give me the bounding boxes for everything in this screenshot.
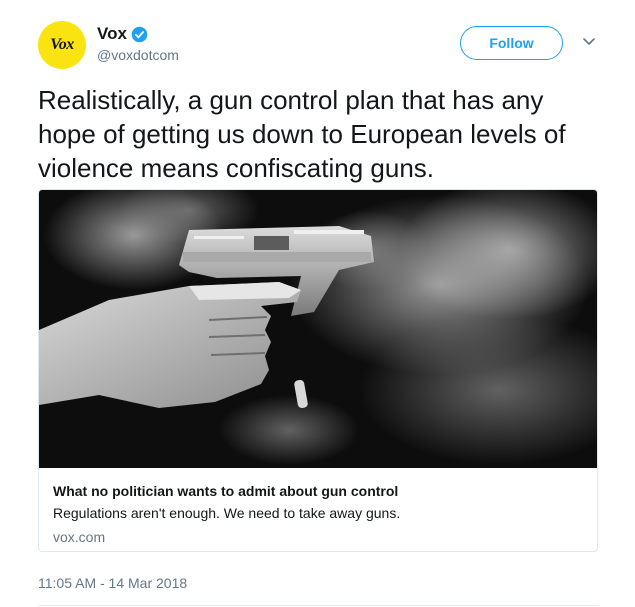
divider: [38, 605, 598, 606]
author-name[interactable]: Vox: [97, 24, 127, 44]
author-name-row: Vox: [97, 24, 148, 44]
follow-button[interactable]: Follow: [460, 26, 563, 60]
verified-badge-icon: [131, 26, 148, 42]
link-card[interactable]: What no politician wants to admit about …: [38, 189, 598, 552]
card-description: Regulations aren't enough. We need to ta…: [53, 505, 401, 521]
avatar-logo-text: Vox: [50, 36, 74, 53]
tweet-timestamp[interactable]: 11:05 AM - 14 Mar 2018: [38, 575, 187, 591]
chevron-down-icon[interactable]: [582, 37, 596, 47]
tweet-text: Realistically, a gun control plan that h…: [38, 85, 566, 183]
avatar[interactable]: Vox: [38, 21, 86, 69]
card-image: [39, 190, 597, 468]
card-domain: vox.com: [53, 529, 106, 545]
author-handle[interactable]: @voxdotcom: [97, 47, 179, 63]
card-title: What no politician wants to admit about …: [53, 483, 399, 499]
